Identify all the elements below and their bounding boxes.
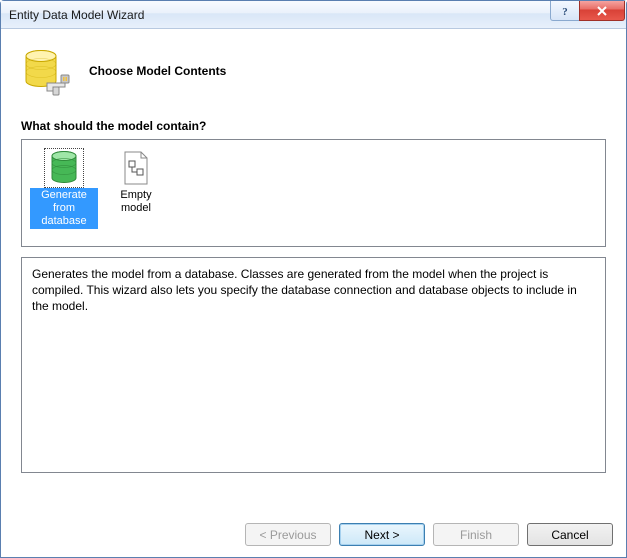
- window-title: Entity Data Model Wizard: [9, 8, 144, 22]
- header-panel: Choose Model Contents: [1, 29, 626, 119]
- option-description: Generates the model from a database. Cla…: [21, 257, 606, 473]
- wizard-body: Choose Model Contents What should the mo…: [1, 29, 626, 473]
- option-empty-model[interactable]: Empty model: [102, 148, 170, 238]
- wizard-buttons: < Previous Next > Finish Cancel: [245, 523, 613, 546]
- option-generate-from-database[interactable]: Generate from database: [30, 148, 98, 238]
- titlebar: Entity Data Model Wizard ?: [1, 1, 626, 29]
- option-label: Empty model: [102, 188, 170, 216]
- titlebar-controls: ?: [551, 1, 626, 21]
- model-options-list: Generate from database Empty model: [21, 139, 606, 247]
- help-button[interactable]: ?: [550, 1, 580, 21]
- finish-button[interactable]: Finish: [433, 523, 519, 546]
- database-wizard-icon: [21, 47, 69, 95]
- next-button[interactable]: Next >: [339, 523, 425, 546]
- empty-model-icon: [118, 150, 154, 186]
- page-title: Choose Model Contents: [89, 64, 226, 78]
- option-label: Generate from database: [30, 188, 98, 229]
- section-prompt: What should the model contain?: [1, 119, 626, 139]
- close-button[interactable]: [579, 1, 625, 21]
- svg-text:?: ?: [562, 6, 568, 17]
- database-icon: [46, 150, 82, 186]
- cancel-button[interactable]: Cancel: [527, 523, 613, 546]
- previous-button[interactable]: < Previous: [245, 523, 331, 546]
